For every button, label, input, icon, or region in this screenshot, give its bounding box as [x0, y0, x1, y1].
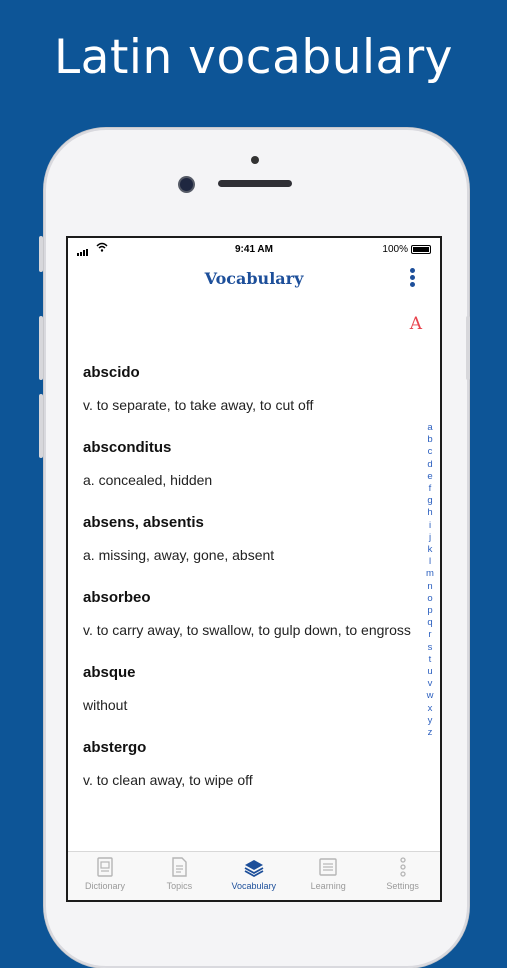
list-item[interactable]: abstergo v. to clean away, to wipe off [83, 738, 413, 789]
index-letter[interactable]: j [424, 532, 436, 544]
front-camera [180, 178, 193, 191]
index-letter[interactable]: x [424, 703, 436, 715]
index-letter[interactable]: w [424, 690, 436, 702]
tab-label: Vocabulary [231, 881, 277, 891]
volume-down-button [39, 394, 43, 458]
mute-switch [39, 236, 43, 272]
vocab-word: abstergo [83, 739, 147, 756]
power-button [466, 316, 470, 380]
index-letter[interactable]: d [424, 459, 436, 471]
dictionary-icon [68, 856, 142, 878]
index-letter[interactable]: e [424, 471, 436, 483]
index-letter[interactable]: t [424, 654, 436, 666]
index-letter[interactable]: h [424, 507, 436, 519]
tab-bar: Dictionary Topics Vocabulary Learning Settin… [68, 851, 440, 900]
vocabulary-icon [217, 856, 291, 878]
index-letter[interactable]: s [424, 642, 436, 654]
index-letter[interactable]: m [424, 568, 436, 580]
more-menu-icon[interactable] [408, 268, 416, 290]
index-letter[interactable]: r [424, 629, 436, 641]
earpiece-speaker [218, 180, 292, 187]
topics-icon [142, 856, 216, 878]
tab-label: Dictionary [84, 881, 125, 891]
index-letter[interactable]: o [424, 593, 436, 605]
volume-up-button [39, 316, 43, 380]
tab-settings[interactable]: Settings [366, 856, 440, 891]
index-letter[interactable]: b [424, 434, 436, 446]
vocab-word: absconditus [83, 439, 172, 456]
vocabulary-list: abscido v. to separate, to take away, to … [83, 363, 413, 789]
tab-learning[interactable]: Learning [291, 856, 365, 891]
vocab-definition: v. to separate, to take away, to cut off [83, 397, 314, 413]
vocab-definition: a. missing, away, gone, absent [83, 547, 275, 563]
list-item[interactable]: absens, absentis a. missing, away, gone, … [83, 513, 413, 564]
status-bar: 9:41 AM 100% [68, 238, 440, 260]
tab-dictionary[interactable]: Dictionary [68, 856, 142, 891]
index-letter[interactable]: q [424, 617, 436, 629]
alphabet-index[interactable]: abcdefghijklmnopqrstuvwxyz [424, 422, 436, 739]
index-letter[interactable]: z [424, 727, 436, 739]
index-letter[interactable]: y [424, 715, 436, 727]
index-letter[interactable]: l [424, 556, 436, 568]
vocab-definition: v. to clean away, to wipe off [83, 772, 253, 788]
vocab-definition: without [83, 697, 128, 713]
index-letter[interactable]: i [424, 520, 436, 532]
index-letter[interactable]: c [424, 446, 436, 458]
app-screen: 9:41 AM 100% Vocabulary A abscido v. to s… [68, 238, 440, 900]
vocab-word: abscido [83, 364, 140, 381]
settings-icon [366, 856, 440, 878]
battery-percent: 100% [382, 244, 408, 255]
index-letter[interactable]: n [424, 581, 436, 593]
tab-topics[interactable]: Topics [142, 856, 216, 891]
list-item[interactable]: abscido v. to separate, to take away, to … [83, 363, 413, 414]
index-letter[interactable]: v [424, 678, 436, 690]
tab-label: Learning [310, 881, 346, 891]
index-letter[interactable]: f [424, 483, 436, 495]
vocab-word: absens, absentis [83, 514, 204, 531]
list-item[interactable]: absque without [83, 663, 413, 714]
list-item[interactable]: absconditus a. concealed, hidden [83, 438, 413, 489]
list-item[interactable]: absorbeo v. to carry away, to swallow, to… [83, 588, 413, 639]
index-letter[interactable]: k [424, 544, 436, 556]
vocab-word: absque [83, 664, 136, 681]
learning-icon [291, 856, 365, 878]
tab-label: Topics [166, 881, 193, 891]
index-letter[interactable]: u [424, 666, 436, 678]
index-letter[interactable]: p [424, 605, 436, 617]
font-size-icon[interactable]: A [410, 314, 422, 334]
index-letter[interactable]: g [424, 495, 436, 507]
promo-headline: Latin vocabulary [53, 30, 454, 85]
vocab-word: absorbeo [83, 589, 151, 606]
vocab-definition: a. concealed, hidden [83, 472, 213, 488]
tab-vocabulary[interactable]: Vocabulary [217, 856, 291, 891]
index-letter[interactable]: a [424, 422, 436, 434]
vocab-definition: v. to carry away, to swallow, to gulp do… [83, 622, 411, 638]
navigation-bar: Vocabulary [68, 260, 440, 296]
page-title: Vocabulary [204, 269, 304, 288]
battery-icon [411, 245, 431, 254]
proximity-sensor [251, 156, 259, 164]
tab-label: Settings [386, 881, 419, 891]
